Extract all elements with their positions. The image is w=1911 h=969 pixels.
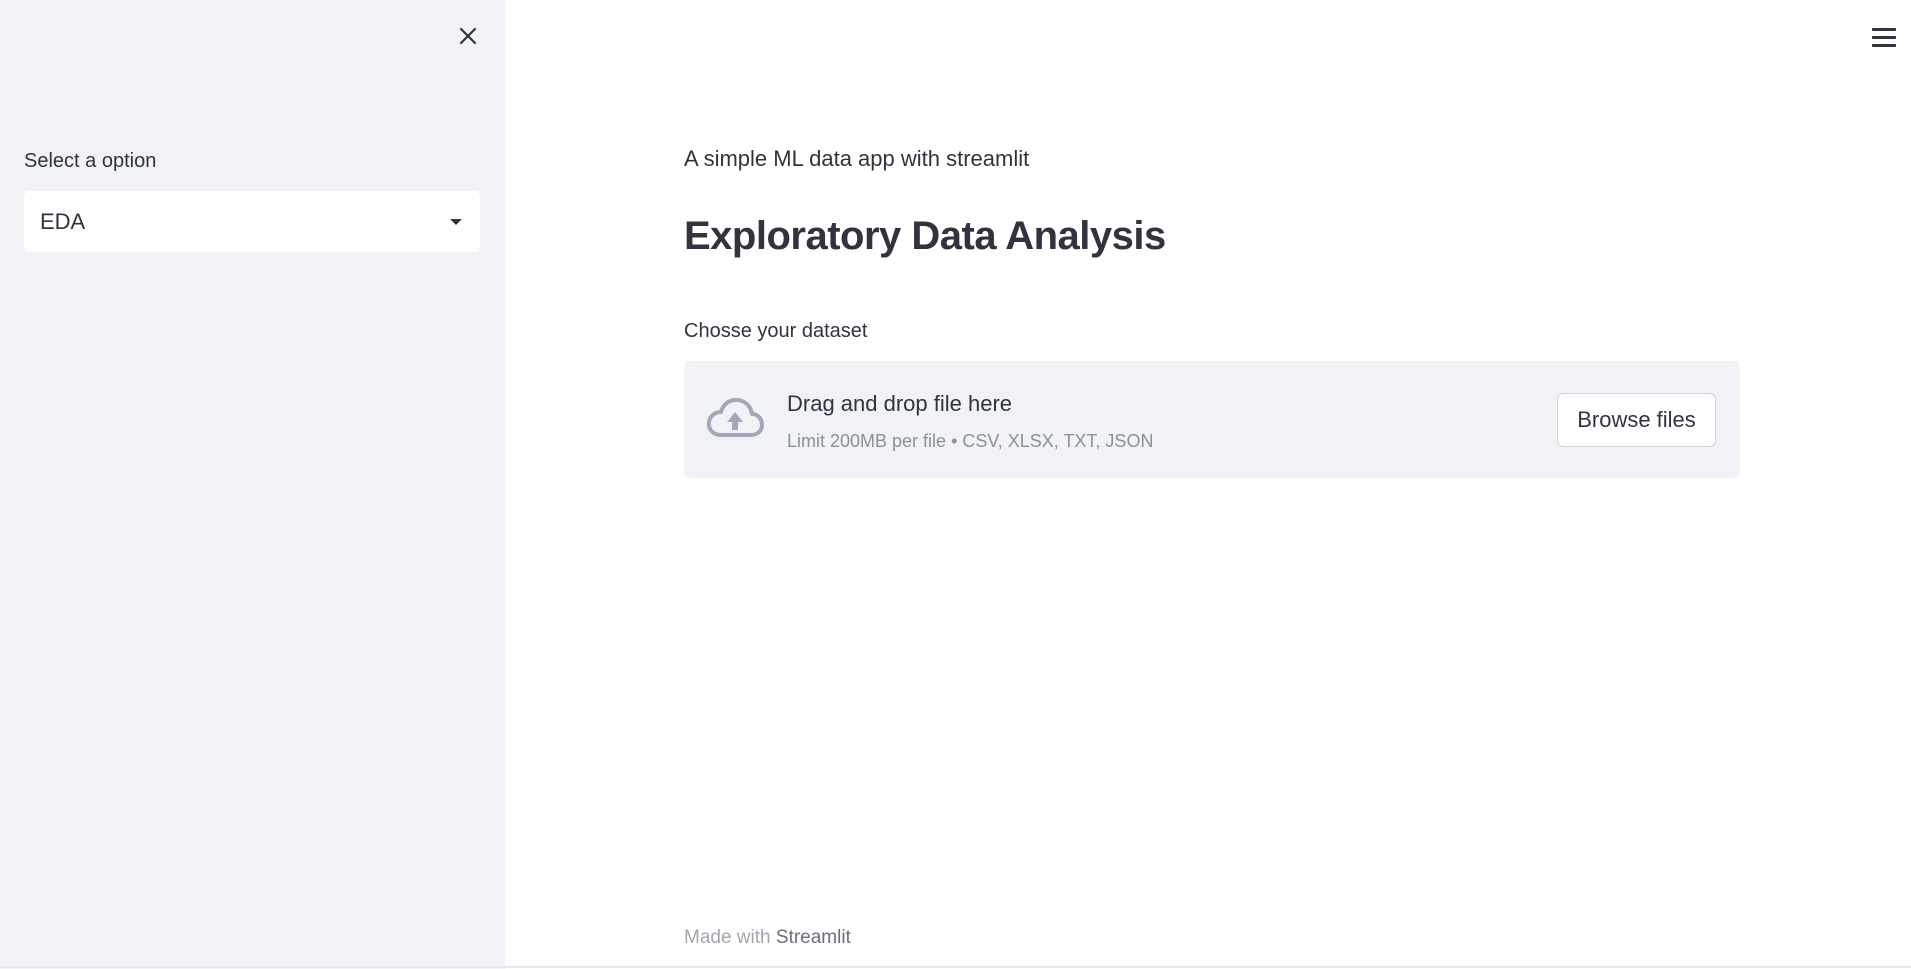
- file-dropzone[interactable]: Drag and drop file here Limit 200MB per …: [684, 361, 1740, 478]
- page-title: Exploratory Data Analysis: [684, 214, 1166, 258]
- dropzone-instructions: Drag and drop file here: [787, 391, 1013, 416]
- close-icon: [459, 27, 477, 45]
- footer-streamlit-link[interactable]: Streamlit: [776, 927, 851, 948]
- hamburger-menu-icon-bar: [1872, 43, 1896, 47]
- hamburger-menu-icon-bar: [1872, 27, 1896, 31]
- footer-prefix: Made with: [684, 927, 771, 948]
- hamburger-menu-icon-bar: [1872, 35, 1896, 39]
- uploader-label: Chosse your dataset: [684, 320, 868, 342]
- cloud-upload-icon: [706, 397, 764, 437]
- main-menu-button[interactable]: [1866, 22, 1902, 52]
- sidebar-close-button[interactable]: [452, 20, 484, 52]
- option-select[interactable]: EDA: [24, 191, 480, 252]
- footer: Made with Streamlit: [684, 927, 851, 949]
- app-root: Select a option EDA A simple ML data app…: [0, 0, 1911, 969]
- bottom-divider: [0, 966, 1911, 968]
- chevron-down-icon: [450, 218, 462, 225]
- browse-files-button[interactable]: Browse files: [1557, 393, 1716, 447]
- dropzone-limit-text: Limit 200MB per file • CSV, XLSX, TXT, J…: [787, 431, 1154, 451]
- sidebar: Select a option EDA: [0, 0, 505, 969]
- select-label: Select a option: [24, 150, 157, 172]
- app-subtitle: A simple ML data app with streamlit: [684, 146, 1030, 171]
- option-select-value: EDA: [40, 208, 86, 234]
